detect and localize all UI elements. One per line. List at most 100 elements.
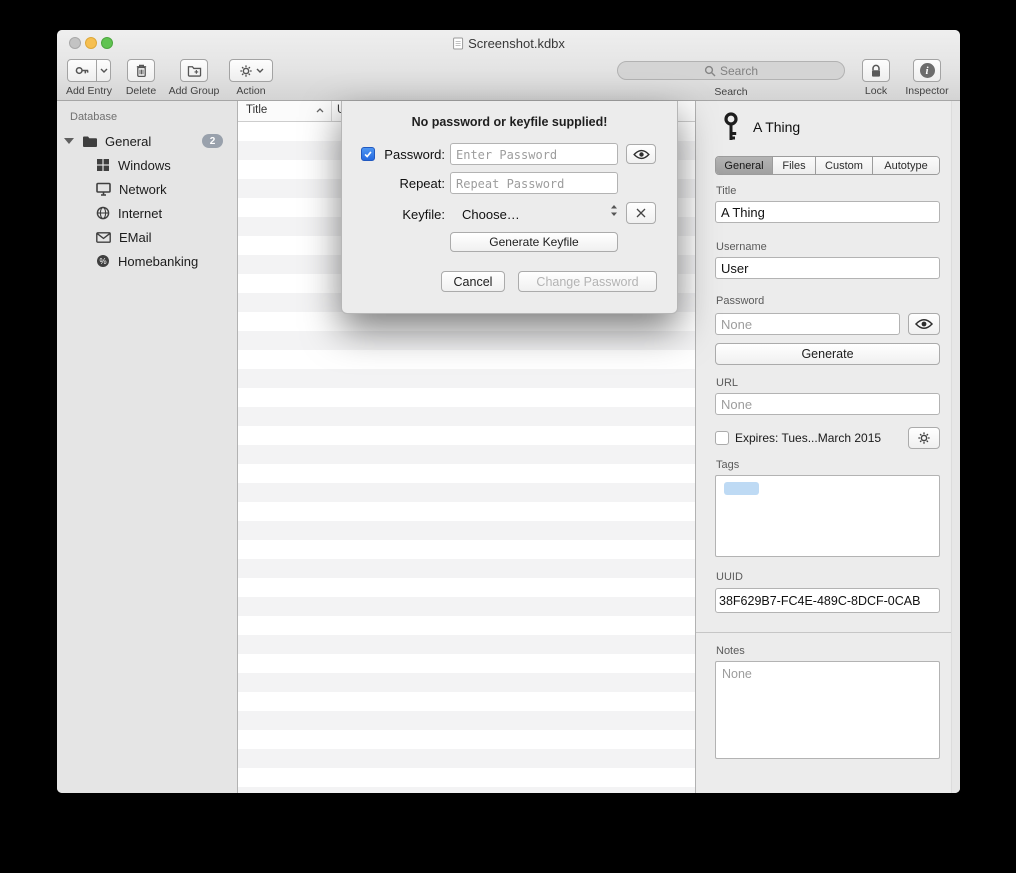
- sidebar-item-windows[interactable]: Windows: [57, 153, 237, 177]
- add-entry-button[interactable]: [67, 59, 97, 82]
- sidebar-item-label: Homebanking: [118, 254, 198, 269]
- sidebar-item-label: General: [105, 134, 151, 149]
- action-group: Action: [226, 59, 276, 97]
- inspector-group: i Inspector: [902, 59, 952, 97]
- generate-keyfile-button[interactable]: Generate Keyfile: [450, 232, 618, 252]
- toolbar: Add Entry Delete: [57, 56, 960, 100]
- keyfile-popup[interactable]: Choose…: [462, 207, 520, 222]
- sidebar-item-internet[interactable]: Internet: [57, 201, 237, 225]
- window-title: Screenshot.kdbx: [468, 36, 565, 51]
- change-password-button[interactable]: Change Password: [518, 271, 657, 292]
- sidebar-header: Database: [57, 101, 237, 129]
- delete-group: Delete: [116, 59, 166, 97]
- tag-chip[interactable]: [724, 482, 759, 495]
- key-plus-icon: [75, 63, 90, 78]
- eye-icon: [633, 149, 650, 160]
- inspector-button[interactable]: i: [913, 59, 941, 82]
- sidebar: Database General 2: [57, 101, 238, 793]
- uuid-label: UUID: [716, 571, 743, 583]
- percent-coin-icon: %: [96, 254, 110, 268]
- close-button[interactable]: [69, 37, 81, 49]
- zoom-button[interactable]: [101, 37, 113, 49]
- uuid-field[interactable]: [715, 588, 940, 613]
- title-field[interactable]: [715, 201, 940, 223]
- envelope-icon: [96, 232, 111, 243]
- folder-icon: [82, 135, 98, 148]
- inspector-tabs: General Files Custom Autotype: [715, 156, 940, 175]
- tags-label: Tags: [716, 459, 739, 471]
- username-field-label: Username: [716, 241, 767, 253]
- entry-count-badge: 2: [202, 134, 223, 148]
- delete-label: Delete: [126, 85, 156, 97]
- cancel-button[interactable]: Cancel: [441, 271, 505, 292]
- window-chrome: Screenshot.kdbx: [57, 30, 960, 101]
- trash-icon: [135, 63, 148, 78]
- gear-icon: [917, 431, 931, 445]
- popup-stepper-icon[interactable]: [610, 204, 618, 217]
- add-group-button[interactable]: [180, 59, 208, 82]
- column-header-title[interactable]: Title: [246, 104, 267, 116]
- password-field[interactable]: [715, 313, 900, 335]
- tab-files[interactable]: Files: [773, 157, 816, 174]
- tab-autotype[interactable]: Autotype: [873, 157, 939, 174]
- sidebar-item-label: Windows: [118, 158, 171, 173]
- document-icon: [452, 37, 463, 50]
- generate-password-button[interactable]: Generate: [715, 343, 940, 365]
- tags-box[interactable]: [715, 475, 940, 557]
- sheet-password-input[interactable]: [450, 143, 618, 165]
- globe-icon: [96, 206, 110, 220]
- disclosure-triangle-icon[interactable]: [64, 138, 74, 144]
- folder-plus-icon: [187, 64, 202, 77]
- sidebar-item-network[interactable]: Network: [57, 177, 237, 201]
- sidebar-item-label: Internet: [118, 206, 162, 221]
- url-field[interactable]: [715, 393, 940, 415]
- inspector-divider: [696, 632, 960, 633]
- titlebar: Screenshot.kdbx: [57, 30, 960, 56]
- windows-icon: [96, 158, 110, 172]
- password-field-label: Password: [716, 295, 764, 307]
- clear-keyfile-button[interactable]: [626, 202, 656, 224]
- close-x-icon: [635, 207, 647, 219]
- sort-ascending-icon: [316, 108, 324, 113]
- notes-field[interactable]: None: [715, 661, 940, 759]
- add-group-label: Add Group: [169, 85, 220, 97]
- sheet-reveal-password-button[interactable]: [626, 144, 656, 164]
- action-label: Action: [236, 85, 265, 97]
- url-field-label: URL: [716, 377, 738, 389]
- entry-title: A Thing: [753, 119, 800, 135]
- chevron-down-icon: [256, 68, 264, 73]
- screen: Screenshot.kdbx: [0, 0, 1016, 873]
- lock-label: Lock: [865, 85, 887, 97]
- action-button[interactable]: [229, 59, 273, 82]
- password-sheet: No password or keyfile supplied! Passwor…: [341, 101, 678, 314]
- inspector-scrollbar[interactable]: [951, 101, 960, 793]
- reveal-password-button[interactable]: [908, 313, 940, 335]
- monitor-icon: [96, 182, 111, 196]
- window-title-group: Screenshot.kdbx: [452, 30, 565, 56]
- sheet-message: No password or keyfile supplied!: [342, 115, 677, 129]
- app-window: Screenshot.kdbx: [57, 30, 960, 793]
- sheet-repeat-label: Repeat:: [372, 176, 445, 191]
- sheet-password-label: Password:: [372, 147, 445, 162]
- search-label: Search: [617, 86, 845, 98]
- sheet-repeat-input[interactable]: [450, 172, 618, 194]
- sidebar-item-general[interactable]: General 2: [57, 129, 237, 153]
- chevron-down-icon: [100, 68, 108, 73]
- username-field[interactable]: [715, 257, 940, 279]
- add-entry-dropdown-button[interactable]: [96, 59, 111, 82]
- sidebar-item-email[interactable]: EMail: [57, 225, 237, 249]
- add-entry-label: Add Entry: [66, 85, 112, 97]
- eye-icon: [915, 318, 933, 330]
- lock-button[interactable]: [862, 59, 890, 82]
- tab-custom[interactable]: Custom: [816, 157, 873, 174]
- minimize-button[interactable]: [85, 37, 97, 49]
- expires-settings-button[interactable]: [908, 427, 940, 449]
- sidebar-item-homebanking[interactable]: % Homebanking: [57, 249, 237, 273]
- search-input[interactable]: Search: [617, 61, 845, 80]
- expires-checkbox[interactable]: [715, 431, 729, 445]
- tab-general[interactable]: General: [716, 157, 773, 174]
- info-circle-icon: i: [920, 63, 935, 78]
- sheet-keyfile-label: Keyfile:: [372, 207, 445, 222]
- delete-button[interactable]: [127, 59, 155, 82]
- column-divider[interactable]: [331, 101, 332, 121]
